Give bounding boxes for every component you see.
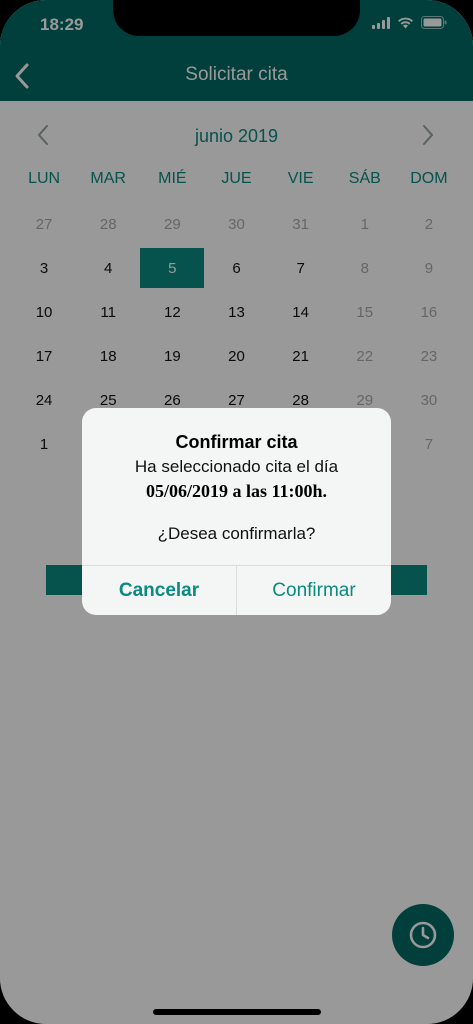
dialog-actions: Cancelar Confirmar [82, 565, 391, 615]
confirm-dialog: Confirmar cita Ha seleccionado cita el d… [82, 408, 391, 615]
cancel-button[interactable]: Cancelar [82, 566, 237, 615]
home-indicator[interactable] [153, 1009, 321, 1015]
confirm-button[interactable]: Confirmar [237, 566, 391, 615]
screen: 18:29 Solicitar cita junio 2019 LUN MAR … [0, 0, 473, 1024]
dialog-question: ¿Desea confirmarla? [157, 524, 316, 543]
dialog-message: Ha seleccionado cita el día [134, 457, 339, 476]
dialog-datetime: 05/06/2019 a las 11:00h. [145, 481, 328, 501]
dialog-title: Confirmar cita [175, 432, 298, 452]
